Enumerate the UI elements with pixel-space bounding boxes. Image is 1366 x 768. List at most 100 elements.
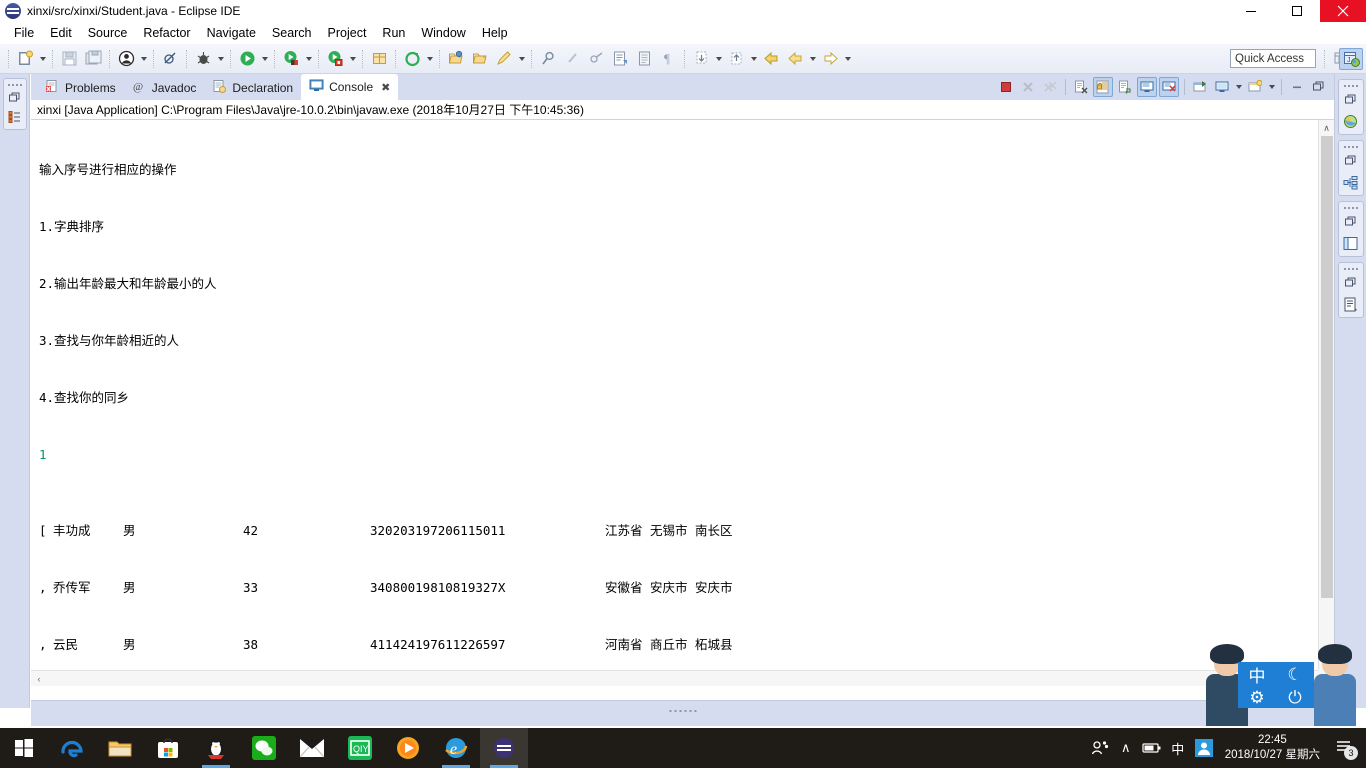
task-list-icon[interactable] — [1340, 294, 1362, 314]
forward-dropdown-icon[interactable] — [842, 48, 853, 70]
maximize-icon[interactable] — [1309, 77, 1329, 97]
terminate-icon[interactable] — [996, 77, 1016, 97]
save-icon[interactable] — [58, 48, 80, 70]
restore-icon[interactable] — [1340, 90, 1362, 110]
people-icon[interactable] — [1087, 728, 1113, 768]
user-icon[interactable] — [115, 48, 137, 70]
tab-console-close-icon[interactable]: ✖ — [381, 81, 390, 94]
remove-all-launches-icon[interactable] — [1040, 77, 1060, 97]
next-annotation-icon[interactable] — [690, 48, 712, 70]
run-java-icon[interactable] — [280, 48, 302, 70]
menu-refactor[interactable]: Refactor — [135, 24, 198, 42]
external-tools-icon[interactable] — [585, 48, 607, 70]
java-perspective-icon[interactable]: J — [1339, 48, 1363, 70]
package-explorer-icon[interactable] — [5, 108, 25, 126]
menu-window[interactable]: Window — [413, 24, 473, 42]
outline-globe-icon[interactable] — [1340, 111, 1362, 131]
run-dropdown-icon[interactable] — [259, 48, 270, 70]
back-dropdown-icon[interactable] — [807, 48, 818, 70]
new-package-icon[interactable] — [368, 48, 390, 70]
menu-edit[interactable]: Edit — [42, 24, 80, 42]
taskbar-internet-explorer-icon[interactable]: e — [432, 728, 480, 768]
save-all-icon[interactable] — [82, 48, 104, 70]
taskbar-eclipse-icon[interactable] — [480, 728, 528, 768]
pin-console-icon[interactable] — [1190, 77, 1210, 97]
drag-grip[interactable] — [4, 81, 26, 88]
console-horizontal-scrollbar[interactable]: ‹ — [31, 670, 1318, 686]
git-icon[interactable] — [401, 48, 423, 70]
report-icon[interactable] — [609, 48, 631, 70]
minimize-icon[interactable] — [1287, 77, 1307, 97]
user-account-icon[interactable] — [1191, 728, 1217, 768]
next-annotation-dropdown-icon[interactable] — [713, 48, 724, 70]
quick-access-input[interactable]: Quick Access — [1230, 49, 1316, 68]
clear-console-icon[interactable] — [1071, 77, 1091, 97]
user-dropdown-icon[interactable] — [138, 48, 149, 70]
run-server-dropdown-icon[interactable] — [347, 48, 358, 70]
open-resource-icon[interactable] — [469, 48, 491, 70]
pilcrow-icon[interactable]: ¶ — [657, 48, 679, 70]
restore-icon[interactable] — [1340, 151, 1362, 171]
back-icon[interactable] — [760, 48, 782, 70]
tab-problems[interactable]: Problems — [37, 76, 124, 100]
type-hierarchy-icon[interactable] — [1340, 172, 1362, 192]
new-file-icon[interactable] — [14, 48, 36, 70]
restore-icon[interactable] — [5, 89, 25, 107]
scroll-lock-icon[interactable] — [1093, 77, 1113, 97]
show-console-on-output-icon[interactable] — [1137, 77, 1157, 97]
forward-left-icon[interactable] — [784, 48, 806, 70]
edit-dropdown-icon[interactable] — [516, 48, 527, 70]
taskbar-qiy-video-icon[interactable]: QIY — [336, 728, 384, 768]
taskbar-mail-icon[interactable] — [288, 728, 336, 768]
close-button[interactable] — [1320, 0, 1366, 22]
vertical-scroll-thumb[interactable] — [1321, 136, 1333, 598]
previous-annotation-dropdown-icon[interactable] — [748, 48, 759, 70]
menu-run[interactable]: Run — [374, 24, 413, 42]
run-server-icon[interactable] — [324, 48, 346, 70]
maximize-button[interactable] — [1274, 0, 1320, 22]
open-type-icon[interactable] — [445, 48, 467, 70]
restore-icon[interactable] — [1340, 212, 1362, 232]
forward-icon[interactable] — [819, 48, 841, 70]
taskbar-clock[interactable]: 22:45 2018/10/27 星期六 — [1217, 733, 1328, 763]
drag-grip[interactable] — [1339, 143, 1363, 150]
edit-icon[interactable] — [493, 48, 515, 70]
run-java-dropdown-icon[interactable] — [303, 48, 314, 70]
taskbar-media-player-icon[interactable] — [384, 728, 432, 768]
console-output-area[interactable]: 输入序号进行相应的操作 1.字典排序 2.输出年龄最大和年龄最小的人 3.查找与… — [31, 120, 1334, 686]
menu-help[interactable]: Help — [474, 24, 516, 42]
tab-javadoc[interactable]: @ Javadoc — [124, 76, 205, 100]
scroll-left-icon[interactable]: ‹ — [31, 674, 47, 684]
document-icon[interactable] — [633, 48, 655, 70]
scroll-up-icon[interactable]: ∧ — [1319, 120, 1334, 136]
display-selected-console-icon[interactable] — [1212, 77, 1232, 97]
open-console-dropdown-icon[interactable] — [1266, 76, 1277, 98]
menu-search[interactable]: Search — [264, 24, 320, 42]
drag-grip[interactable] — [1339, 265, 1363, 272]
tab-console[interactable]: Console ✖ — [301, 74, 399, 100]
show-hidden-icons-icon[interactable]: ∧ — [1113, 728, 1139, 768]
start-icon[interactable] — [0, 728, 48, 768]
menu-file[interactable]: File — [6, 24, 42, 42]
search-icon[interactable] — [537, 48, 559, 70]
notification-center-icon[interactable]: 3 — [1328, 728, 1362, 768]
menu-source[interactable]: Source — [80, 24, 136, 42]
new-file-dropdown-icon[interactable] — [37, 48, 48, 70]
drag-grip[interactable] — [1339, 82, 1363, 89]
git-dropdown-icon[interactable] — [424, 48, 435, 70]
remove-launch-icon[interactable] — [1018, 77, 1038, 97]
debug-dropdown-icon[interactable] — [215, 48, 226, 70]
panel-resize-grip[interactable] — [669, 710, 696, 712]
taskbar-file-explorer-icon[interactable] — [96, 728, 144, 768]
restore-icon[interactable] — [1340, 273, 1362, 293]
menu-project[interactable]: Project — [320, 24, 375, 42]
taskbar-edge-icon[interactable] — [48, 728, 96, 768]
console-vertical-scrollbar[interactable]: ∧ — [1318, 120, 1334, 670]
toggle-breakpoint-icon[interactable] — [159, 48, 181, 70]
menu-navigate[interactable]: Navigate — [199, 24, 264, 42]
editor-area-icon[interactable] — [1340, 233, 1362, 253]
display-selected-console-dropdown-icon[interactable] — [1233, 76, 1244, 98]
taskbar-wechat-icon[interactable] — [240, 728, 288, 768]
ime-chinese-icon[interactable]: 中 — [1165, 728, 1191, 768]
open-console-icon[interactable] — [1245, 77, 1265, 97]
